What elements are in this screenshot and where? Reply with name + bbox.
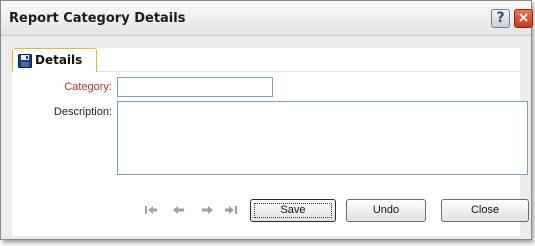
tab-details[interactable]: Details — [12, 48, 97, 72]
category-input[interactable] — [117, 77, 273, 97]
previous-record-icon[interactable] — [171, 203, 187, 217]
title-bar[interactable]: Report Category Details ? × — [1, 1, 533, 36]
next-record-icon[interactable] — [199, 203, 215, 217]
save-button[interactable]: Save — [250, 199, 336, 222]
last-record-icon[interactable] — [223, 203, 239, 217]
description-textarea[interactable] — [117, 101, 528, 175]
undo-button[interactable]: Undo — [346, 199, 426, 222]
focus-ring — [254, 203, 332, 218]
window-title: Report Category Details — [9, 11, 186, 26]
help-button[interactable]: ? — [491, 9, 510, 28]
description-label: Description: — [53, 106, 112, 118]
category-label: Category: — [64, 81, 112, 93]
close-window-button[interactable]: × — [514, 9, 533, 28]
tab-details-label: Details — [35, 53, 83, 67]
floppy-disk-icon — [18, 53, 32, 68]
first-record-icon[interactable] — [143, 203, 159, 217]
close-button[interactable]: Close — [441, 199, 529, 222]
